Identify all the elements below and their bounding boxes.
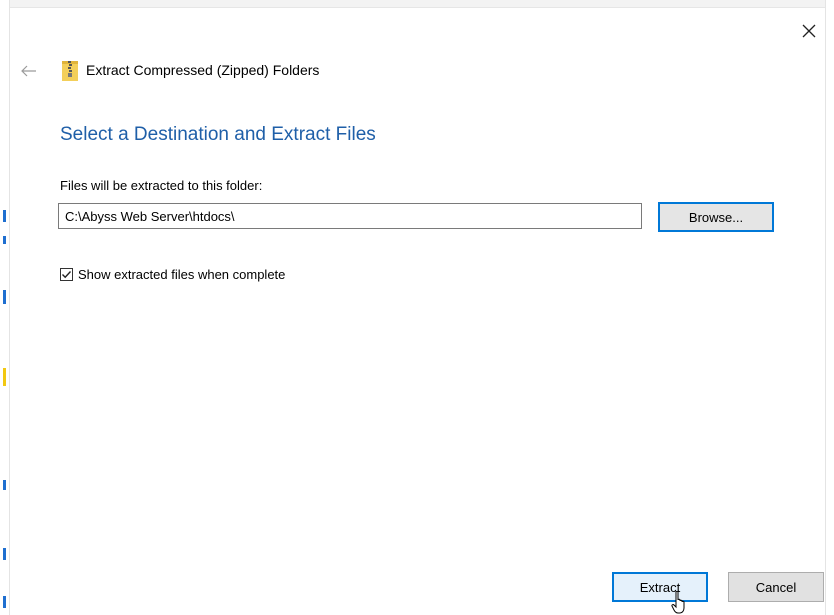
background-window-top [0,0,834,8]
destination-label: Files will be extracted to this folder: [60,178,263,193]
background-marker [3,596,6,608]
screen: Extract Compressed (Zipped) Folders Sele… [0,0,834,615]
show-files-checkbox[interactable] [60,268,73,281]
background-marker [3,236,6,244]
show-files-option[interactable]: Show extracted files when complete [60,267,285,282]
background-marker [3,548,6,560]
back-button[interactable] [18,63,40,79]
background-window-left-edge [0,0,10,615]
background-marker [3,290,6,304]
extract-button[interactable]: Extract [612,572,708,602]
show-files-label: Show extracted files when complete [78,267,286,282]
close-icon [802,24,816,38]
checkmark-icon [62,271,72,279]
background-marker [3,480,6,490]
close-button[interactable] [796,18,822,44]
title-bar: Extract Compressed (Zipped) Folders [62,58,319,82]
page-heading: Select a Destination and Extract Files [60,124,376,145]
mouse-pointer-icon [671,591,685,614]
background-marker [3,368,6,386]
zipped-folder-icon [62,61,78,81]
extract-dialog: Extract Compressed (Zipped) Folders Sele… [10,8,825,615]
back-arrow-icon [21,65,36,77]
window-title: Extract Compressed (Zipped) Folders [86,62,320,78]
background-window-right-edge [825,0,834,615]
cancel-button[interactable]: Cancel [728,572,824,602]
browse-button[interactable]: Browse... [658,202,774,232]
background-marker [3,210,6,222]
destination-path-input[interactable] [58,203,642,229]
